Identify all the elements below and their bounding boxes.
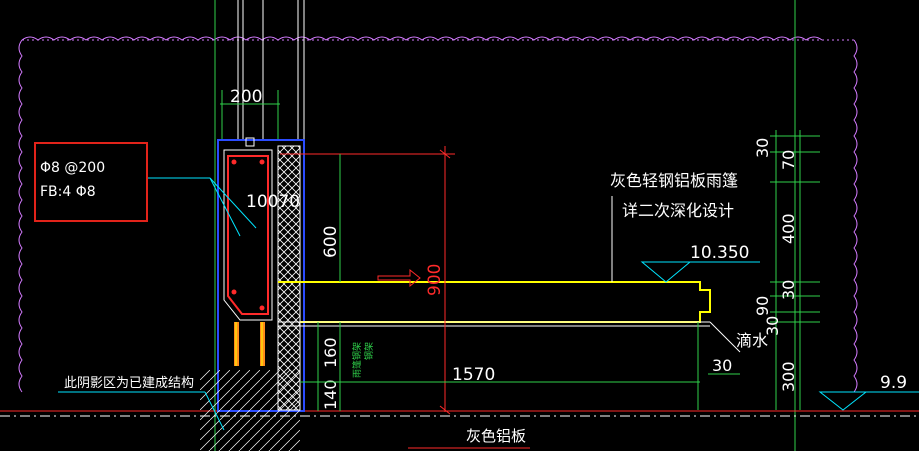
dim-1570-text: 1570 <box>452 365 495 385</box>
existing-structure-note: 此阴影区为已建成结构 <box>64 376 194 391</box>
right-dim-90: 90 <box>753 296 772 316</box>
concrete-beam <box>223 149 273 321</box>
right-dim-30c: 30 <box>763 316 782 336</box>
dim-160-text: 160 <box>321 337 340 368</box>
dim-600-text: 600 <box>321 226 341 258</box>
right-dim-300: 300 <box>779 361 798 392</box>
right-dim-30a: 30 <box>753 138 772 158</box>
dim-900-text: 900 <box>425 264 445 296</box>
dim-10070-text: 10070 <box>246 192 300 212</box>
rebar-dot <box>231 289 237 295</box>
design-note: 详二次深化设计 <box>622 201 734 220</box>
flow-arrow <box>377 268 421 288</box>
bottom-label: 灰色铝板 <box>466 427 526 445</box>
rebar-dot <box>259 159 265 165</box>
elevation-marker <box>640 261 692 283</box>
cad-drawing: 200 900 600 160 140 雨篷钢架 钢架 1570 灰色轻钢铝板雨… <box>0 0 919 451</box>
right-dim-400: 400 <box>779 213 798 244</box>
canopy-label: 灰色轻钢铝板雨篷 <box>610 171 738 190</box>
right-dim-70: 70 <box>779 150 798 170</box>
existing-structure-hatch <box>200 370 300 451</box>
rebar-dot <box>259 305 265 311</box>
dim-30-drip: 30 <box>712 356 732 375</box>
dim-200-text: 200 <box>230 87 262 107</box>
dim-140-text: 140 <box>321 379 340 410</box>
small-vertical-label: 雨篷钢架 <box>351 342 363 378</box>
elevation-10350: 10.350 <box>690 243 749 263</box>
elevation-9-9: 9.9 <box>880 373 907 393</box>
rebar-dot <box>231 159 237 165</box>
right-dim-30b: 30 <box>779 280 798 300</box>
highlight-box <box>34 142 148 222</box>
small-label-2: 钢架 <box>363 342 375 360</box>
elevation-marker-9-9 <box>818 391 868 411</box>
canopy-beam <box>278 281 711 323</box>
